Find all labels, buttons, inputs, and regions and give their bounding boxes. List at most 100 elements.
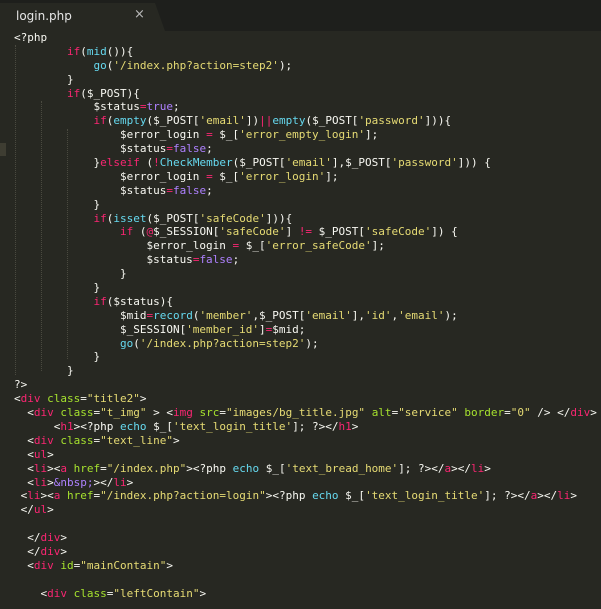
code-token: ($_POST[ <box>146 114 200 128</box>
code-token: "service" <box>398 406 458 420</box>
code-token: if <box>119 225 134 239</box>
code-token: &nbsp; <box>53 475 94 489</box>
code-line: <div class="leftContain"> <box>14 587 597 601</box>
code-token: ($status){ <box>106 294 173 308</box>
code-token: if <box>66 86 81 100</box>
code-token: 'email' <box>285 156 332 170</box>
code-line: go('/index.php?action=step2'); <box>14 337 597 351</box>
code-token: mid <box>86 44 107 58</box>
code-token: 'safeCode' <box>219 225 286 239</box>
code-line: $status=false; <box>14 142 597 156</box>
code-token: ; <box>172 100 180 114</box>
code-token: $mid; <box>272 322 306 336</box>
code-token: 'text_bread_home' <box>285 461 399 475</box>
code-token: record <box>153 308 193 322</box>
code-token: < <box>14 489 28 503</box>
code-token: ></ <box>537 489 558 503</box>
code-token: 'safeCode' <box>365 225 432 239</box>
code-token: div <box>40 544 61 558</box>
code-token: div <box>33 558 54 572</box>
code-token: true <box>146 100 173 114</box>
code-line: <?php <box>14 31 597 45</box>
code-token: ()){ <box>106 44 134 58</box>
code-token: ); <box>305 336 319 350</box>
code-line: <div class="title2"> <box>14 392 597 406</box>
current-line-marker <box>0 143 6 156</box>
code-token: isset <box>113 211 147 225</box>
code-token: } <box>14 364 74 378</box>
code-token: echo <box>312 489 339 503</box>
code-token: } <box>14 156 101 170</box>
code-token: < <box>14 447 34 461</box>
code-token: ])){ <box>424 114 452 128</box>
code-token: "mainContain" <box>80 558 167 572</box>
code-token: ><?php <box>186 461 233 475</box>
tab-login-php[interactable]: login.php × <box>0 3 155 31</box>
code-token: li <box>471 461 485 475</box>
code-token: a <box>60 461 67 475</box>
code-token: div <box>47 586 67 600</box>
code-token: < <box>14 406 34 420</box>
code-token: "/index.php?action=login" <box>100 489 266 503</box>
code-token: 'safeCode' <box>199 211 266 225</box>
code-token: < <box>14 586 48 600</box>
code-line: </div> <box>14 531 597 545</box>
code-token: echo <box>119 419 147 433</box>
code-token: CheckMember <box>159 156 233 170</box>
code-line: } <box>14 73 597 87</box>
code-token: "text_line" <box>100 433 173 447</box>
code-token: ><?php <box>73 419 120 433</box>
code-token: echo <box>232 461 260 475</box>
code-token: alt <box>371 406 392 420</box>
code-line: <ul> <box>14 448 597 462</box>
code-token: ]; <box>371 239 385 253</box>
code-token: "title2" <box>86 392 140 406</box>
code-token: false <box>172 183 207 197</box>
code-token: $_[ <box>338 489 366 503</box>
code-line: } <box>14 364 597 378</box>
code-token: ] <box>285 225 299 239</box>
code-token: $_[ <box>239 239 266 253</box>
code-token: href <box>67 489 94 503</box>
code-token: } <box>14 197 101 211</box>
code-token: ]; <box>325 169 339 183</box>
editor-window: login.php × <?php if(mid()){ go('/index.… <box>0 0 601 609</box>
code-token: ]; ?></ <box>484 489 531 503</box>
code-token: 'password' <box>358 114 425 128</box>
code-token: = <box>100 461 107 475</box>
code-token: </ <box>14 531 41 545</box>
code-token: >< <box>40 489 54 503</box>
code-line: } <box>14 350 597 364</box>
code-token: ] <box>259 322 266 336</box>
code-token: $_[ <box>212 128 240 142</box>
code-token: <?php <box>14 31 48 44</box>
code-token: ($_POST[ <box>146 211 200 225</box>
code-token: li <box>557 489 571 503</box>
code-token: $status <box>14 142 167 156</box>
code-token: $error_login <box>14 169 207 183</box>
code-editor[interactable]: <?php if(mid()){ go('/index.php?action=s… <box>0 31 601 609</box>
code-token: = <box>219 406 226 420</box>
close-icon[interactable]: × <box>134 8 145 22</box>
code-token: li <box>113 475 127 489</box>
code-token: /> </ <box>530 406 571 420</box>
code-token: > <box>47 447 54 461</box>
code-line: $mid=record('member',$_POST['email'],'id… <box>14 309 597 323</box>
code-line: $status=false; <box>14 184 597 198</box>
code-token: > <box>139 392 147 406</box>
code-token: ul <box>33 503 48 517</box>
code-token: ]) { <box>431 225 458 239</box>
code-token: ; <box>206 142 213 156</box>
code-token: 'error_login' <box>239 169 326 183</box>
code-token: ( <box>133 225 147 239</box>
code-token: "/index.php" <box>106 461 187 475</box>
code-line: <div class="text_line"> <box>14 434 597 448</box>
code-token: ?> <box>14 378 28 392</box>
code-token: ); <box>444 308 458 322</box>
code-line: $status=true; <box>14 100 597 114</box>
